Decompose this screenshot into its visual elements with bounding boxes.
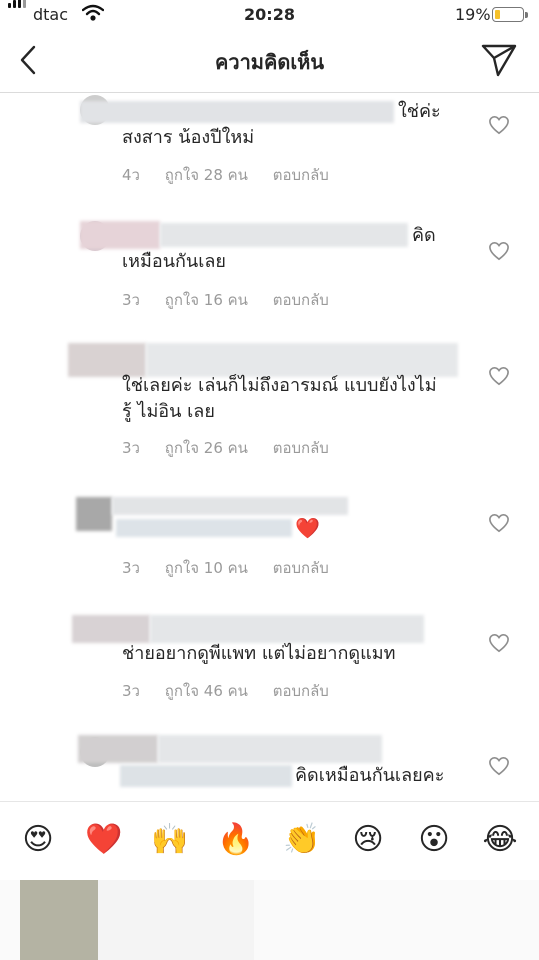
heart-outline-icon xyxy=(489,241,509,261)
battery-tip xyxy=(525,12,528,18)
comment-meta: 3ว ถูกใจ 46 คน ตอบกลับ xyxy=(122,679,349,703)
battery-icon xyxy=(492,7,524,22)
redacted-avatar xyxy=(76,497,112,531)
comment-age: 3ว xyxy=(122,291,140,309)
comment-emoji: ❤️ xyxy=(295,516,320,540)
redacted-username xyxy=(160,223,408,247)
redacted-avatar xyxy=(72,615,150,643)
comment-item: ใช่เลยค่ะ เล่นก็ไม่ถึงอารมณ์ แบบยังไงไม่… xyxy=(0,341,539,481)
comment-age: 4ว xyxy=(122,166,140,184)
comment-text-line2: สงสาร น้องปีใหม่ xyxy=(122,127,255,148)
comment-text: ใช่เลยค่ะ เล่นก็ไม่ถึงอารมณ์ แบบยังไงไม่ xyxy=(122,375,437,396)
redacted-username xyxy=(158,735,382,763)
comment-age: 3ว xyxy=(122,439,140,457)
heart-outline-icon xyxy=(489,756,509,776)
emoji-quick-bar: 😍 ❤️ 🙌 🔥 👏 😢 😮 😂 xyxy=(0,801,539,880)
reply-button[interactable]: ตอบกลับ xyxy=(273,439,329,457)
comment-meta: 4ว ถูกใจ 28 คน ตอบกลับ xyxy=(122,163,349,187)
like-button[interactable] xyxy=(488,633,510,657)
comment-text-line2: เหมือนกันเลย xyxy=(122,251,226,272)
like-button[interactable] xyxy=(488,756,510,780)
like-button[interactable] xyxy=(488,241,510,265)
comment-text: ใช่ค่ะ xyxy=(398,101,441,122)
redacted-username xyxy=(80,101,394,123)
emoji-clapping-button[interactable]: 👏 xyxy=(282,820,322,860)
heart-outline-icon xyxy=(489,115,509,135)
redacted-avatar xyxy=(68,343,146,377)
emoji-tears-of-joy-button[interactable]: 😂 xyxy=(480,820,520,860)
comment-meta: 3ว ถูกใจ 16 คน ตอบกลับ xyxy=(122,288,349,312)
comment-likes[interactable]: ถูกใจ 46 คน xyxy=(165,682,248,700)
redacted-username xyxy=(112,497,348,515)
page-title: ความคิดเห็น xyxy=(214,50,325,74)
comment-meta: 3ว ถูกใจ 10 คน ตอบกลับ xyxy=(122,556,349,580)
redacted-input xyxy=(98,880,254,960)
comment-text: คิด xyxy=(412,225,436,246)
comment-list: ใช่ค่ะ สงสาร น้องปีใหม่ 4ว ถูกใจ 28 คน ต… xyxy=(0,93,539,801)
comment-item: ใช่ค่ะ สงสาร น้องปีใหม่ 4ว ถูกใจ 28 คน ต… xyxy=(0,93,539,213)
emoji-fire-button[interactable]: 🔥 xyxy=(216,820,256,860)
like-button[interactable] xyxy=(488,115,510,139)
comment-text: ช่ายอยากดูพีแพท แต่ไม่อยากดูแมท xyxy=(122,643,396,664)
comment-item: คิดเหมือนกันเลยคะ xyxy=(0,731,539,801)
emoji-crying-button[interactable]: 😢 xyxy=(348,820,388,860)
comment-item: ช่ายอยากดูพีแพท แต่ไม่อยากดูแมท 3ว ถูกใจ… xyxy=(0,613,539,723)
redacted-avatar xyxy=(78,735,158,763)
share-button[interactable] xyxy=(480,42,518,82)
comment-likes[interactable]: ถูกใจ 10 คน xyxy=(165,559,248,577)
redacted-avatar xyxy=(80,221,160,249)
battery-percent: 19% xyxy=(455,5,491,24)
emoji-heart-eyes-button[interactable]: 😍 xyxy=(18,820,58,860)
paper-plane-icon xyxy=(481,44,517,77)
reply-button[interactable]: ตอบกลับ xyxy=(273,559,329,577)
redacted-mention xyxy=(120,765,292,787)
redacted-mention xyxy=(116,519,292,537)
like-button[interactable] xyxy=(488,513,510,537)
emoji-surprised-button[interactable]: 😮 xyxy=(414,820,454,860)
heart-outline-icon xyxy=(489,366,509,386)
redacted-avatar xyxy=(20,880,98,960)
nav-bar: ความคิดเห็น xyxy=(0,30,539,93)
reply-button[interactable]: ตอบกลับ xyxy=(273,682,329,700)
heart-outline-icon xyxy=(489,633,509,653)
emoji-red-heart-button[interactable]: ❤️ xyxy=(84,820,124,860)
comment-item: คิด เหมือนกันเลย 3ว ถูกใจ 16 คน ตอบกลับ xyxy=(0,217,539,337)
comment-age: 3ว xyxy=(122,559,140,577)
comment-text: คิดเหมือนกันเลยคะ xyxy=(295,765,445,786)
comment-likes[interactable]: ถูกใจ 16 คน xyxy=(165,291,248,309)
emoji-raised-hands-button[interactable]: 🙌 xyxy=(150,820,190,860)
comment-text-line2: รู้ ไม่อิน เลย xyxy=(122,401,215,422)
comment-meta: 3ว ถูกใจ 26 คน ตอบกลับ xyxy=(122,436,349,460)
redacted-username xyxy=(146,343,458,377)
redacted-username xyxy=(150,615,424,643)
comment-likes[interactable]: ถูกใจ 28 คน xyxy=(165,166,248,184)
comment-likes[interactable]: ถูกใจ 26 คน xyxy=(165,439,248,457)
reply-button[interactable]: ตอบกลับ xyxy=(273,166,329,184)
comment-input-area[interactable] xyxy=(0,880,539,960)
like-button[interactable] xyxy=(488,366,510,390)
heart-outline-icon xyxy=(489,513,509,533)
comment-item: ❤️ 3ว ถูกใจ 10 คน ตอบกลับ xyxy=(0,493,539,603)
reply-button[interactable]: ตอบกลับ xyxy=(273,291,329,309)
comment-age: 3ว xyxy=(122,682,140,700)
status-bar: dtac 20:28 19% xyxy=(0,0,539,30)
